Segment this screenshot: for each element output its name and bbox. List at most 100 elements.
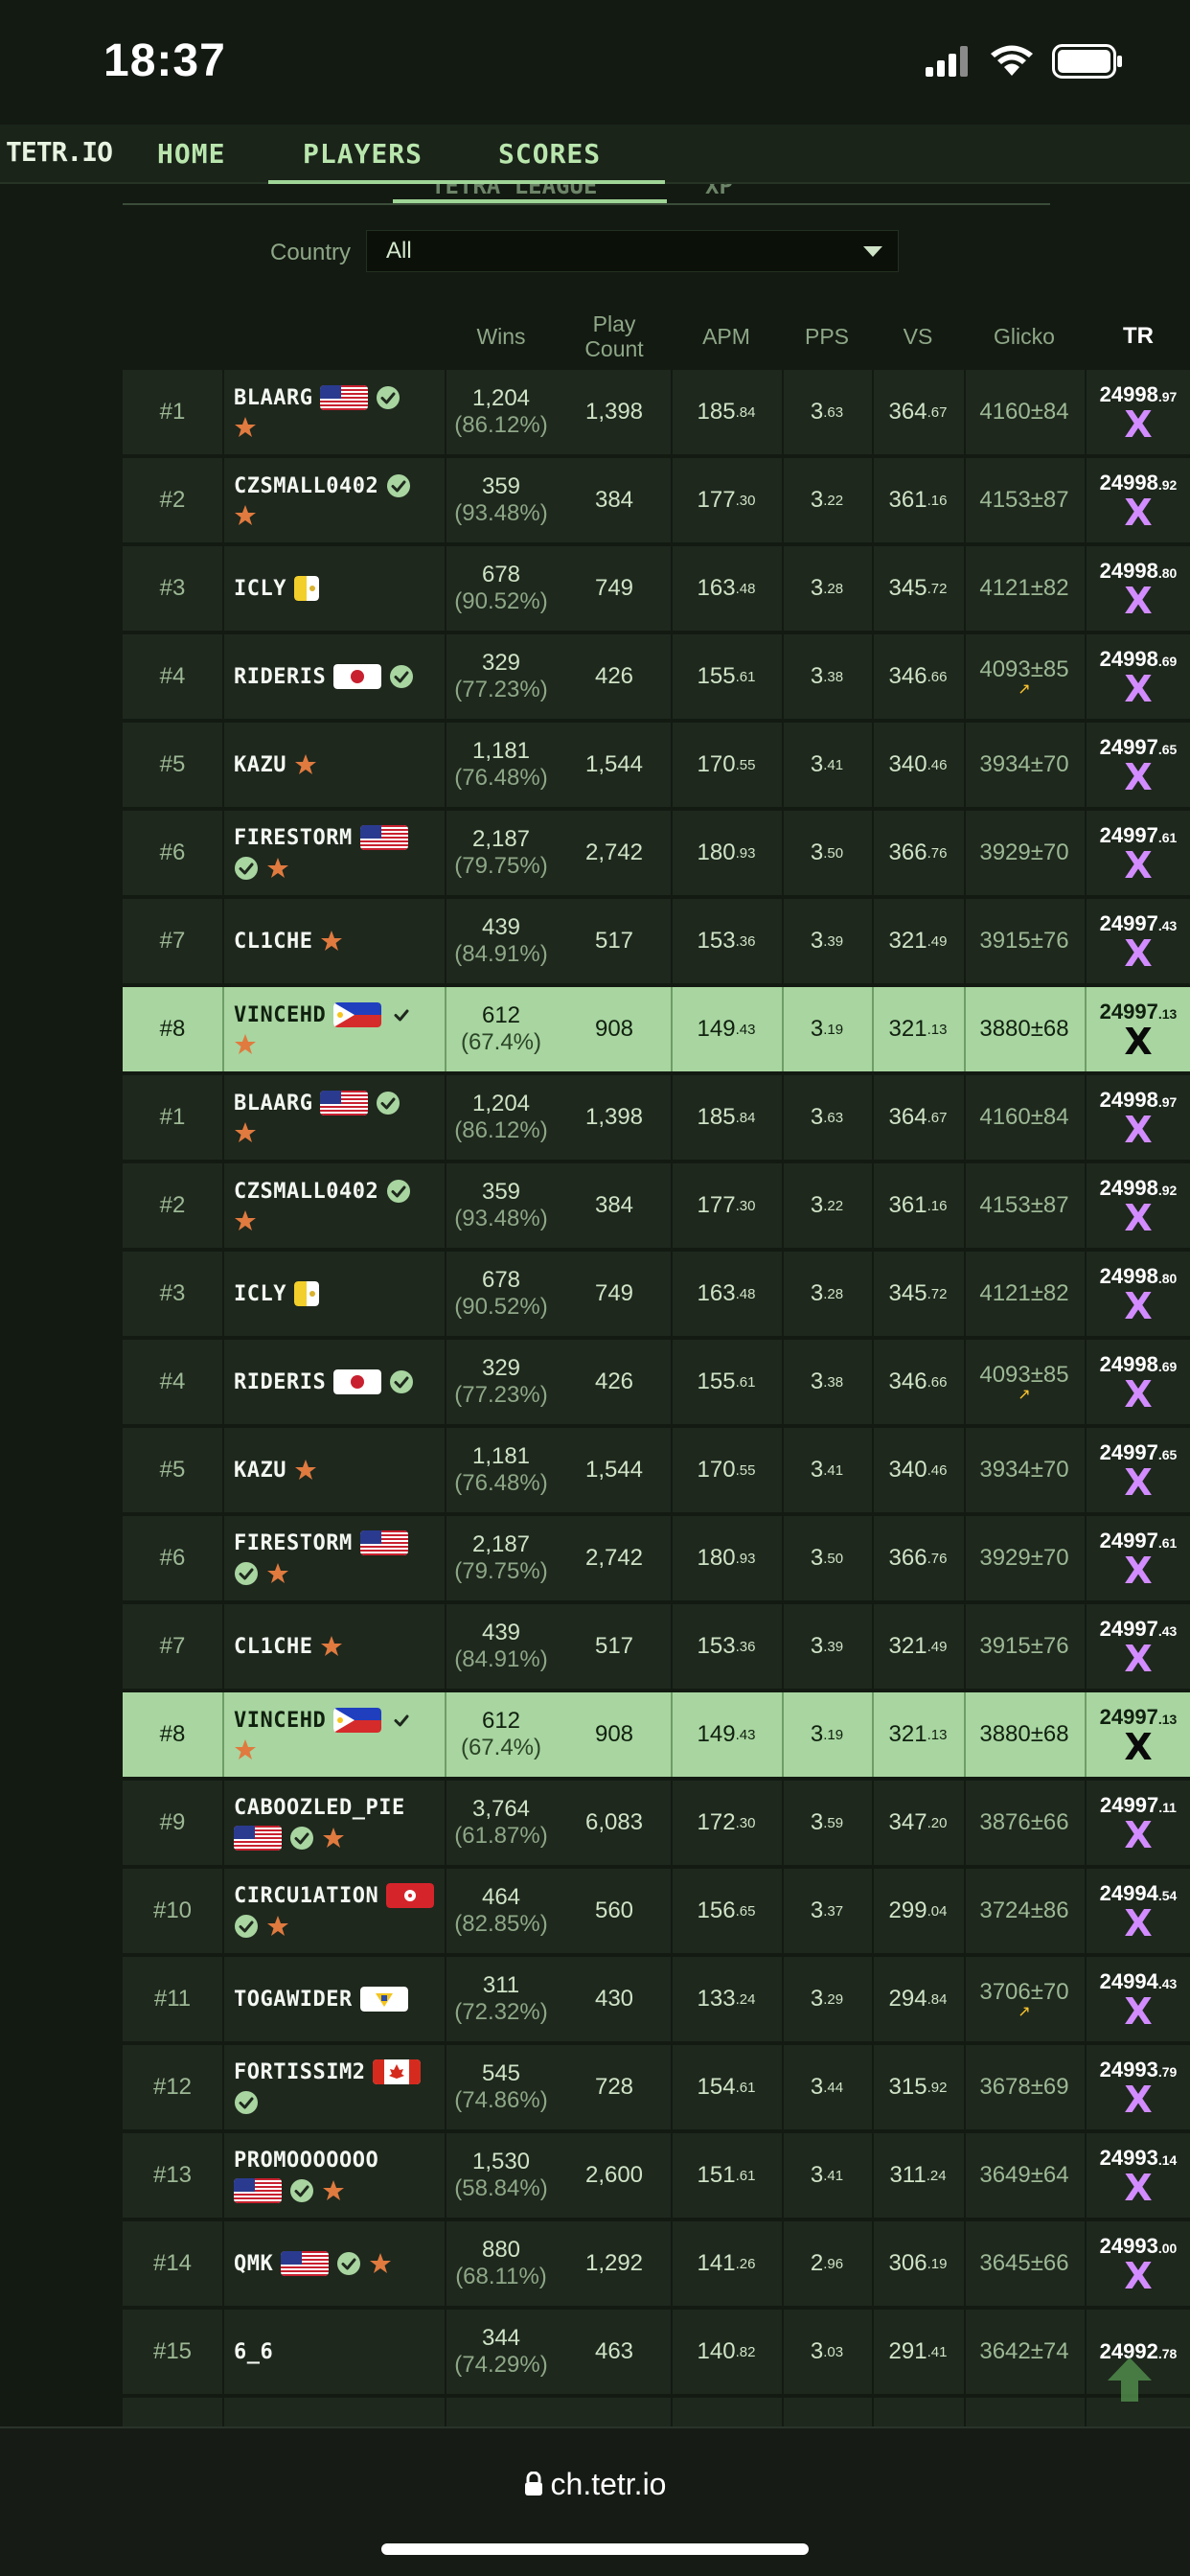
vs-value: 361.16 (872, 458, 964, 542)
player-name[interactable]: KAZU (234, 753, 286, 777)
table-row[interactable]: #1 BLAARG 1,204 (86.12%) 1,398 185.84 3.63 364.… (123, 1075, 1190, 1163)
player-name[interactable]: FIRESTORM (234, 826, 353, 850)
player-name[interactable]: FIRESTORM (234, 1531, 353, 1555)
table-row[interactable]: #5 KAZU 1,181 (76.48%) 1,544 170.55 3.41 340.46… (123, 723, 1190, 811)
table-row[interactable]: #15 6_6 344 (74.29%) 463 140.82 3.03 291.41 3642… (123, 2310, 1190, 2398)
browser-url-bar[interactable]: ch.tetr.io (0, 2426, 1190, 2576)
player-cell[interactable]: VINCEHD (226, 987, 441, 1071)
apm-value: 180.93 (671, 1516, 782, 1600)
player-name[interactable]: CL1CHE (234, 1635, 312, 1659)
player-cell[interactable]: ICLY (226, 1252, 441, 1336)
player-cell[interactable]: KAZU (226, 1428, 441, 1512)
player-cell[interactable]: CL1CHE (226, 1604, 441, 1689)
player-cell[interactable]: CZSMALL0402 (226, 458, 441, 542)
table-row[interactable]: #14 QMK 880 (68.11%) 1,292 141.26 2.96 306.19 36… (123, 2221, 1190, 2310)
col-play-count[interactable]: Play Count (558, 305, 671, 368)
table-row[interactable]: #3 ICLY 678 (90.52%) 749 163.48 3.28 345.72 4121… (123, 546, 1190, 634)
player-name[interactable]: PROMOOOOOOO (234, 2149, 378, 2173)
player-cell[interactable]: TOGAWIDER (226, 1957, 441, 2041)
table-row[interactable]: #1 BLAARG 1,204 (86.12%) 1,398 185.84 3.63 364.… (123, 370, 1190, 458)
supporter-star-icon (266, 1915, 289, 1938)
verified-badge-icon (234, 856, 259, 881)
player-cell[interactable]: RIDERIS (226, 1340, 441, 1424)
table-row[interactable]: #3 ICLY 678 (90.52%) 749 163.48 3.28 345.72 4121… (123, 1252, 1190, 1340)
col-pps[interactable]: PPS (782, 305, 872, 368)
table-row[interactable]: #12 FORTISSIM2 545 (74.86%) 728 154.61 3.44 315… (123, 2045, 1190, 2133)
col-vs[interactable]: VS (872, 305, 964, 368)
player-name[interactable]: CL1CHE (234, 930, 312, 954)
table-row[interactable]: #13 PROMOOOOOOO 1,530 (58.84%) 2,600 151.61 3.… (123, 2133, 1190, 2221)
player-cell[interactable]: FIRESTORM (226, 811, 441, 895)
col-glicko[interactable]: Glicko (964, 305, 1085, 368)
nav-home[interactable]: HOME (157, 138, 225, 170)
home-indicator[interactable] (381, 2543, 809, 2555)
table-row[interactable]: #8 VINCEHD 612 (67.4%) 908 149.43 3.19 321.13 38… (123, 1692, 1190, 1781)
table-row[interactable]: #6 FIRESTORM 2,187 (79.75%) 2,742 180.93 3.50 3… (123, 1516, 1190, 1604)
table-row[interactable]: #6 FIRESTORM 2,187 (79.75%) 2,742 180.93 3.50 3… (123, 811, 1190, 899)
player-name[interactable]: 6_6 (234, 2340, 273, 2364)
tab-xp[interactable]: XP (705, 184, 733, 199)
table-row[interactable]: #4 RIDERIS 329 (77.23%) 426 155.61 3.38 346.66 4… (123, 634, 1190, 723)
player-name[interactable]: CIRCU1ATION (234, 1884, 378, 1908)
player-name[interactable]: CZSMALL0402 (234, 474, 378, 498)
player-cell[interactable]: VINCEHD (226, 1692, 441, 1777)
player-name[interactable]: ICLY (234, 1282, 286, 1306)
player-cell[interactable]: BLAARG (226, 370, 441, 454)
table-row[interactable]: #7 CL1CHE 439 (84.91%) 517 153.36 3.39 321.49 39… (123, 1604, 1190, 1692)
player-cell[interactable] (226, 2398, 441, 2426)
player-cell[interactable]: KAZU (226, 723, 441, 807)
col-apm[interactable]: APM (671, 305, 782, 368)
player-cell[interactable]: FORTISSIM2 (226, 2045, 441, 2129)
scroll-to-top-icon[interactable] (1104, 2354, 1156, 2405)
table-row[interactable]: #8 VINCEHD 612 (67.4%) 908 149.43 3.19 321.13 38… (123, 987, 1190, 1075)
table-row[interactable]: #4 RIDERIS 329 (77.23%) 426 155.61 3.38 346.66 4… (123, 1340, 1190, 1428)
player-name[interactable]: RIDERIS (234, 1370, 326, 1394)
player-name[interactable]: CZSMALL0402 (234, 1180, 378, 1204)
table-row[interactable]: #2 CZSMALL0402 359 (93.48%) 384 177.30 3.22 361… (123, 1163, 1190, 1252)
player-name[interactable]: ICLY (234, 577, 286, 601)
table-row[interactable]: #5 KAZU 1,181 (76.48%) 1,544 170.55 3.41 340.46… (123, 1428, 1190, 1516)
player-cell[interactable]: CZSMALL0402 (226, 1163, 441, 1248)
player-cell[interactable]: FIRESTORM (226, 1516, 441, 1600)
player-name[interactable]: VINCEHD (234, 1003, 326, 1027)
player-name[interactable]: RIDERIS (234, 665, 326, 689)
player-cell[interactable]: CABOOZLED_PIE (226, 1781, 441, 1865)
table-row[interactable]: 79724 (123, 2398, 1190, 2426)
col-wins[interactable]: Wins (445, 305, 558, 368)
player-cell[interactable]: QMK (226, 2221, 441, 2306)
rank-x-icon: X (1124, 1461, 1153, 1504)
player-name[interactable]: CABOOZLED_PIE (234, 1796, 405, 1820)
player-name[interactable]: TOGAWIDER (234, 1988, 353, 2012)
player-name[interactable]: VINCEHD (234, 1709, 326, 1733)
player-cell[interactable]: 6_6 (226, 2310, 441, 2394)
player-cell[interactable]: BLAARG (226, 1075, 441, 1160)
table-row[interactable]: #7 CL1CHE 439 (84.91%) 517 153.36 3.39 321.49 39… (123, 899, 1190, 987)
pps-value-int: 2 (810, 2250, 824, 2276)
player-cell[interactable]: ICLY (226, 546, 441, 631)
table-row[interactable]: #10 CIRCU1ATION 464 (82.85%) 560 156.65 3.37 29… (123, 1869, 1190, 1957)
nav-scores[interactable]: SCORES (498, 138, 601, 170)
nav-players[interactable]: PLAYERS (303, 138, 423, 170)
country-filter-select[interactable]: All (366, 230, 899, 272)
tr-cell: 24997.61 X (1087, 1516, 1190, 1600)
player-cell[interactable]: CIRCU1ATION (226, 1869, 441, 1953)
table-row[interactable]: #9 CABOOZLED_PIE 3,764 (61.87%) 6,083 172.30 3… (123, 1781, 1190, 1869)
player-name[interactable]: BLAARG (234, 1092, 312, 1116)
player-name[interactable]: FORTISSIM2 (234, 2060, 365, 2084)
player-name[interactable]: KAZU (234, 1459, 286, 1483)
player-name[interactable]: QMK (234, 2252, 273, 2276)
player-name[interactable]: BLAARG (234, 386, 312, 410)
table-row[interactable]: #11 TOGAWIDER 311 (72.32%) 430 133.24 3.29 294.… (123, 1957, 1190, 2045)
player-rank: #8 (159, 1721, 186, 1747)
player-cell[interactable]: CL1CHE (226, 899, 441, 983)
apm-value: 154.61 (671, 2045, 782, 2129)
column-separator (222, 458, 224, 542)
tab-tetra-league[interactable]: TETRA LEAGUE (431, 184, 597, 199)
tetrio-logo[interactable]: TETR.IO (6, 136, 113, 168)
vs-value-decimal: .84 (927, 1990, 948, 2008)
player-cell[interactable]: RIDERIS (226, 634, 441, 719)
wins-count: 359 (481, 473, 521, 499)
player-cell[interactable]: PROMOOOOOOO (226, 2133, 441, 2218)
col-tr[interactable]: TR (1087, 305, 1190, 368)
table-row[interactable]: #2 CZSMALL0402 359 (93.48%) 384 177.30 3.22 361… (123, 458, 1190, 546)
